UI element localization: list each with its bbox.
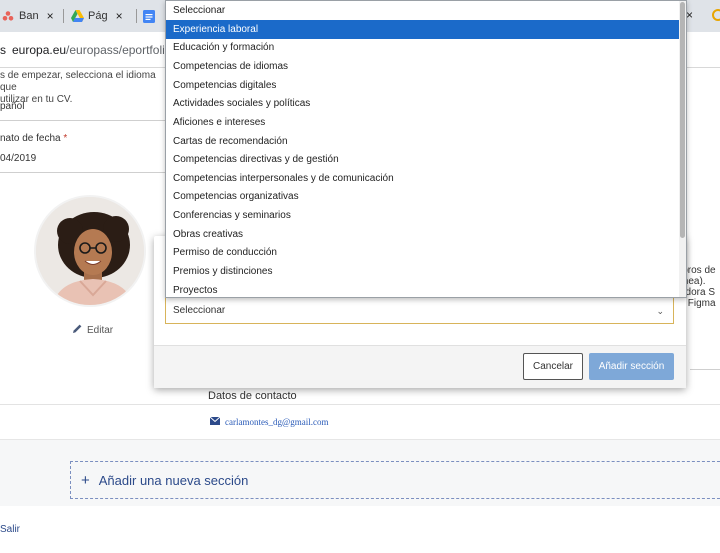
envelope-icon <box>209 416 221 427</box>
profile-icon[interactable] <box>712 9 720 21</box>
dropdown-option[interactable]: Premios y distinciones <box>166 262 682 281</box>
browser-tab-2-label: Pág <box>88 10 108 22</box>
tab-separator <box>136 9 137 23</box>
url-prefix: s <box>0 43 6 57</box>
plus-icon: + <box>81 471 90 489</box>
avatar <box>34 195 146 307</box>
contact-email-text: carlamontes_dg@gmail.com <box>225 417 329 427</box>
divider <box>0 120 170 121</box>
dropdown-option[interactable]: Aficiones e intereses <box>166 113 682 132</box>
asana-icon <box>2 10 14 22</box>
exit-link[interactable]: Salir <box>0 524 20 535</box>
divider <box>0 172 170 173</box>
tab-separator <box>63 9 64 23</box>
dropdown-option[interactable]: Obras creativas <box>166 225 682 244</box>
dropdown-option[interactable]: Actividades sociales y políticas <box>166 94 682 113</box>
edit-photo-link[interactable]: Editar <box>72 323 113 337</box>
browser-tab-2[interactable]: Pág × <box>71 6 123 26</box>
date-format-value[interactable]: 04/2019 <box>0 153 36 164</box>
dropdown-option[interactable]: Competencias digitales <box>166 76 682 95</box>
dropdown-option[interactable]: Proyectos <box>166 281 682 297</box>
dropdown-option[interactable]: Seleccionar <box>166 1 682 20</box>
dropdown-option[interactable]: Competencias interpersonales y de comuni… <box>166 169 682 188</box>
chevron-down-icon: ⌄ <box>656 306 664 316</box>
docs-icon <box>143 10 155 23</box>
contact-email[interactable]: carlamontes_dg@gmail.com <box>209 416 329 427</box>
dropdown-option[interactable]: Permiso de conducción <box>166 243 682 262</box>
dropdown-scrollbar-thumb[interactable] <box>680 2 685 238</box>
dropdown-option[interactable]: Cartas de recomendación <box>166 132 682 151</box>
avatar-photo <box>36 197 144 305</box>
divider <box>0 404 720 405</box>
pencil-icon <box>72 323 83 337</box>
add-section-button[interactable]: Añadir sección <box>589 353 674 380</box>
date-format-label: nato de fecha * <box>0 133 67 144</box>
dropdown-option[interactable]: Competencias organizativas <box>166 187 682 206</box>
language-value[interactable]: pañol <box>0 101 24 112</box>
cancel-button[interactable]: Cancelar <box>523 353 583 380</box>
section-type-select[interactable]: Seleccionar ⌄ <box>165 297 674 324</box>
url-path: /europass/eportfolio/s <box>66 43 181 57</box>
date-format-label-text: nato de fecha <box>0 133 61 144</box>
add-section-label: Añadir una nueva sección <box>98 472 249 488</box>
dropdown-option[interactable]: Educación y formación <box>166 38 682 57</box>
edit-label: Editar <box>87 324 114 336</box>
section-type-select-value: Seleccionar <box>173 305 226 316</box>
tab-close-icon[interactable]: × <box>116 9 123 23</box>
url-text[interactable]: s europa.eu/europass/eportfolio/s <box>0 43 181 57</box>
divider <box>690 369 720 370</box>
window-close-icon[interactable]: × <box>686 8 693 22</box>
browser-tab-1-label: Ban <box>19 10 39 22</box>
exit-label: Salir <box>0 524 21 535</box>
section-type-dropdown: Seleccionar Experiencia laboral Educació… <box>165 0 687 298</box>
contact-section-title: Datos de contacto <box>208 390 297 402</box>
required-mark: * <box>63 133 68 144</box>
tab-close-icon[interactable]: × <box>47 9 54 23</box>
drive-icon <box>71 10 84 22</box>
browser-tab-1[interactable]: Ban × <box>2 6 54 26</box>
url-host: europa.eu <box>12 43 67 57</box>
dropdown-option[interactable]: Competencias directivas y de gestión <box>166 150 682 169</box>
dropdown-option-selected[interactable]: Experiencia laboral <box>166 20 682 39</box>
dropdown-option[interactable]: Competencias de idiomas <box>166 57 682 76</box>
dropdown-option[interactable]: Conferencias y seminarios <box>166 206 682 225</box>
browser-tab-3[interactable] <box>143 6 160 26</box>
add-new-section-button[interactable]: + Añadir una nueva sección <box>70 461 720 499</box>
